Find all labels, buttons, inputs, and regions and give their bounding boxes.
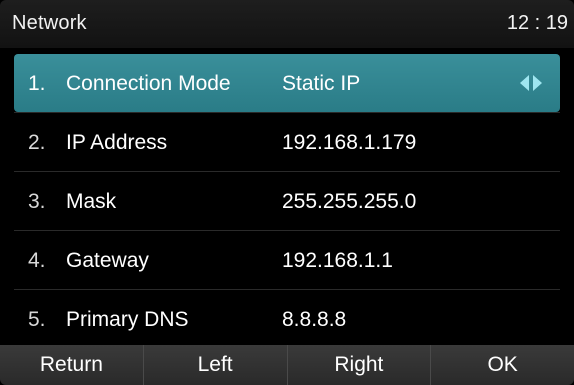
- setting-row-connection-mode[interactable]: 1. Connection Mode Static IP: [14, 54, 560, 112]
- setting-label: Mask: [66, 190, 117, 213]
- ok-softkey[interactable]: OK: [430, 345, 574, 385]
- return-softkey[interactable]: Return: [0, 345, 143, 385]
- setting-value: 8.8.8.8: [282, 308, 347, 331]
- setting-row-ip-address[interactable]: 2. IP Address 192.168.1.179: [14, 112, 560, 171]
- clock: 12 : 19: [506, 12, 568, 34]
- setting-value: 192.168.1.179: [282, 131, 417, 154]
- setting-label: Connection Mode: [66, 72, 231, 95]
- phone-screen: Network 12 : 19 1. Connection Mode Stati…: [0, 0, 574, 385]
- setting-value: Static IP: [282, 72, 361, 95]
- setting-row-primary-dns[interactable]: 5. Primary DNS 8.8.8.8: [14, 289, 560, 348]
- page-title: Network: [12, 12, 87, 34]
- setting-row-gateway[interactable]: 4. Gateway 192.168.1.1: [14, 230, 560, 289]
- triangle-left-icon[interactable]: [520, 75, 529, 91]
- setting-label: IP Address: [66, 131, 168, 154]
- row-number: 1.: [28, 72, 46, 95]
- setting-value: 255.255.255.0: [282, 190, 417, 213]
- setting-row-mask[interactable]: 3. Mask 255.255.255.0: [14, 171, 560, 230]
- row-number: 5.: [28, 308, 46, 331]
- row-number: 4.: [28, 249, 46, 272]
- setting-label: Primary DNS: [66, 308, 189, 331]
- setting-value: 192.168.1.1: [282, 249, 393, 272]
- settings-list: 1. Connection Mode Static IP 2. IP Addre…: [14, 54, 560, 348]
- right-softkey[interactable]: Right: [286, 345, 431, 385]
- setting-label: Gateway: [66, 249, 149, 272]
- option-switcher[interactable]: [520, 75, 542, 91]
- row-number: 2.: [28, 131, 46, 154]
- triangle-right-icon[interactable]: [533, 75, 542, 91]
- left-softkey[interactable]: Left: [142, 345, 287, 385]
- row-number: 3.: [28, 190, 46, 213]
- softkey-bar: Return Left Right OK: [0, 345, 574, 385]
- title-bar: Network 12 : 19: [0, 0, 574, 48]
